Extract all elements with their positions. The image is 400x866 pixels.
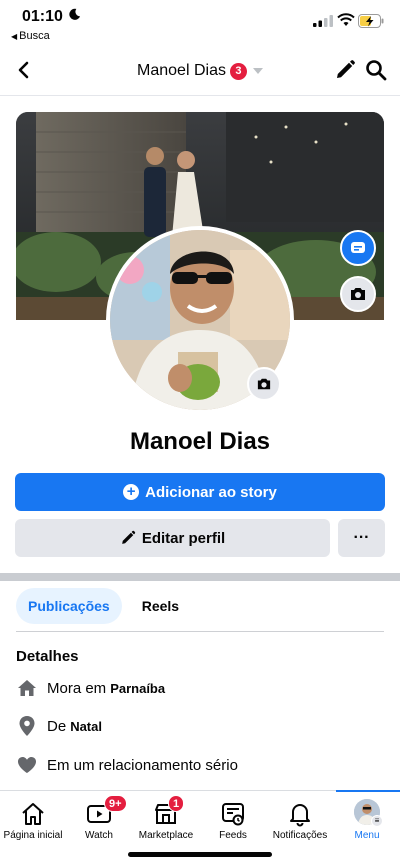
nav-title-name: Manoel Dias [137, 62, 226, 79]
profile-name: Manoel Dias [129, 428, 271, 455]
profile-tabs: Publicações Reels [16, 588, 191, 624]
edit-avatar-camera-button[interactable] [247, 367, 281, 401]
marketplace-badge: 1 [168, 795, 185, 812]
status-time: 01:10 [22, 8, 63, 25]
tabbar-active-indicator [336, 790, 400, 792]
from-city: Natal [70, 718, 102, 734]
menu-hamburger-icon: ≡ [371, 815, 383, 827]
moon-icon [69, 8, 81, 20]
lives-in-prefix: Mora em [47, 679, 107, 697]
camera-icon [257, 378, 271, 390]
edit-profile-button[interactable]: Editar perfil [15, 519, 330, 557]
add-to-story-label: Adicionar ao story [145, 483, 277, 501]
watch-badge: 9+ [104, 795, 127, 812]
edit-profile-label: Editar perfil [141, 529, 226, 547]
details-heading: Detalhes [16, 648, 79, 665]
battery-charging-icon [358, 14, 384, 28]
wifi-icon [337, 13, 355, 26]
feeds-icon [222, 803, 244, 826]
chevron-down-icon [252, 68, 263, 74]
profile-nav-bar: Manoel Dias 3 [0, 48, 400, 96]
camera-icon [351, 288, 365, 300]
location-pin-icon [16, 715, 38, 737]
cellular-signal-icon [313, 15, 333, 27]
chat-bubble-icon [351, 242, 365, 253]
heart-icon [16, 754, 38, 776]
more-options-button[interactable]: ··· [338, 519, 385, 557]
back-to-app-link[interactable]: ◀ Busca [11, 30, 50, 42]
back-app-label: Busca [19, 30, 50, 42]
home-indicator[interactable] [128, 852, 272, 857]
status-bar: 01:10 ◀ Busca [0, 0, 400, 48]
back-triangle-icon: ◀ [11, 32, 18, 41]
tabs-divider [16, 631, 384, 632]
tab-reels[interactable]: Reels [130, 588, 191, 624]
detail-from[interactable]: De Natal [16, 714, 102, 738]
home-icon [22, 803, 44, 825]
relationship-status: Em um relacionamento sério [47, 756, 238, 774]
plus-circle-icon: + [123, 484, 140, 500]
detail-relationship[interactable]: Em um relacionamento sério [16, 753, 238, 777]
more-dots-icon: ··· [353, 529, 370, 546]
pencil-icon [121, 530, 135, 544]
add-to-story-button[interactable]: + Adicionar ao story [15, 473, 385, 511]
tabbar-menu-label: Menu [354, 830, 380, 841]
section-divider [0, 573, 400, 581]
bell-icon [290, 804, 310, 827]
lives-in-city: Parnaíba [110, 680, 166, 696]
pencil-icon[interactable] [334, 59, 356, 81]
home-icon [16, 677, 38, 699]
edit-cover-camera-button[interactable] [340, 276, 376, 312]
detail-lives-in[interactable]: Mora em Parnaíba [16, 676, 165, 700]
nav-title-badge: 3 [229, 62, 247, 80]
search-icon[interactable] [365, 59, 387, 81]
tab-publicacoes[interactable]: Publicações [16, 588, 122, 624]
tabbar-menu[interactable]: ≡ Menu [334, 791, 400, 847]
cover-story-button[interactable] [340, 230, 376, 266]
from-prefix: De [47, 717, 67, 735]
